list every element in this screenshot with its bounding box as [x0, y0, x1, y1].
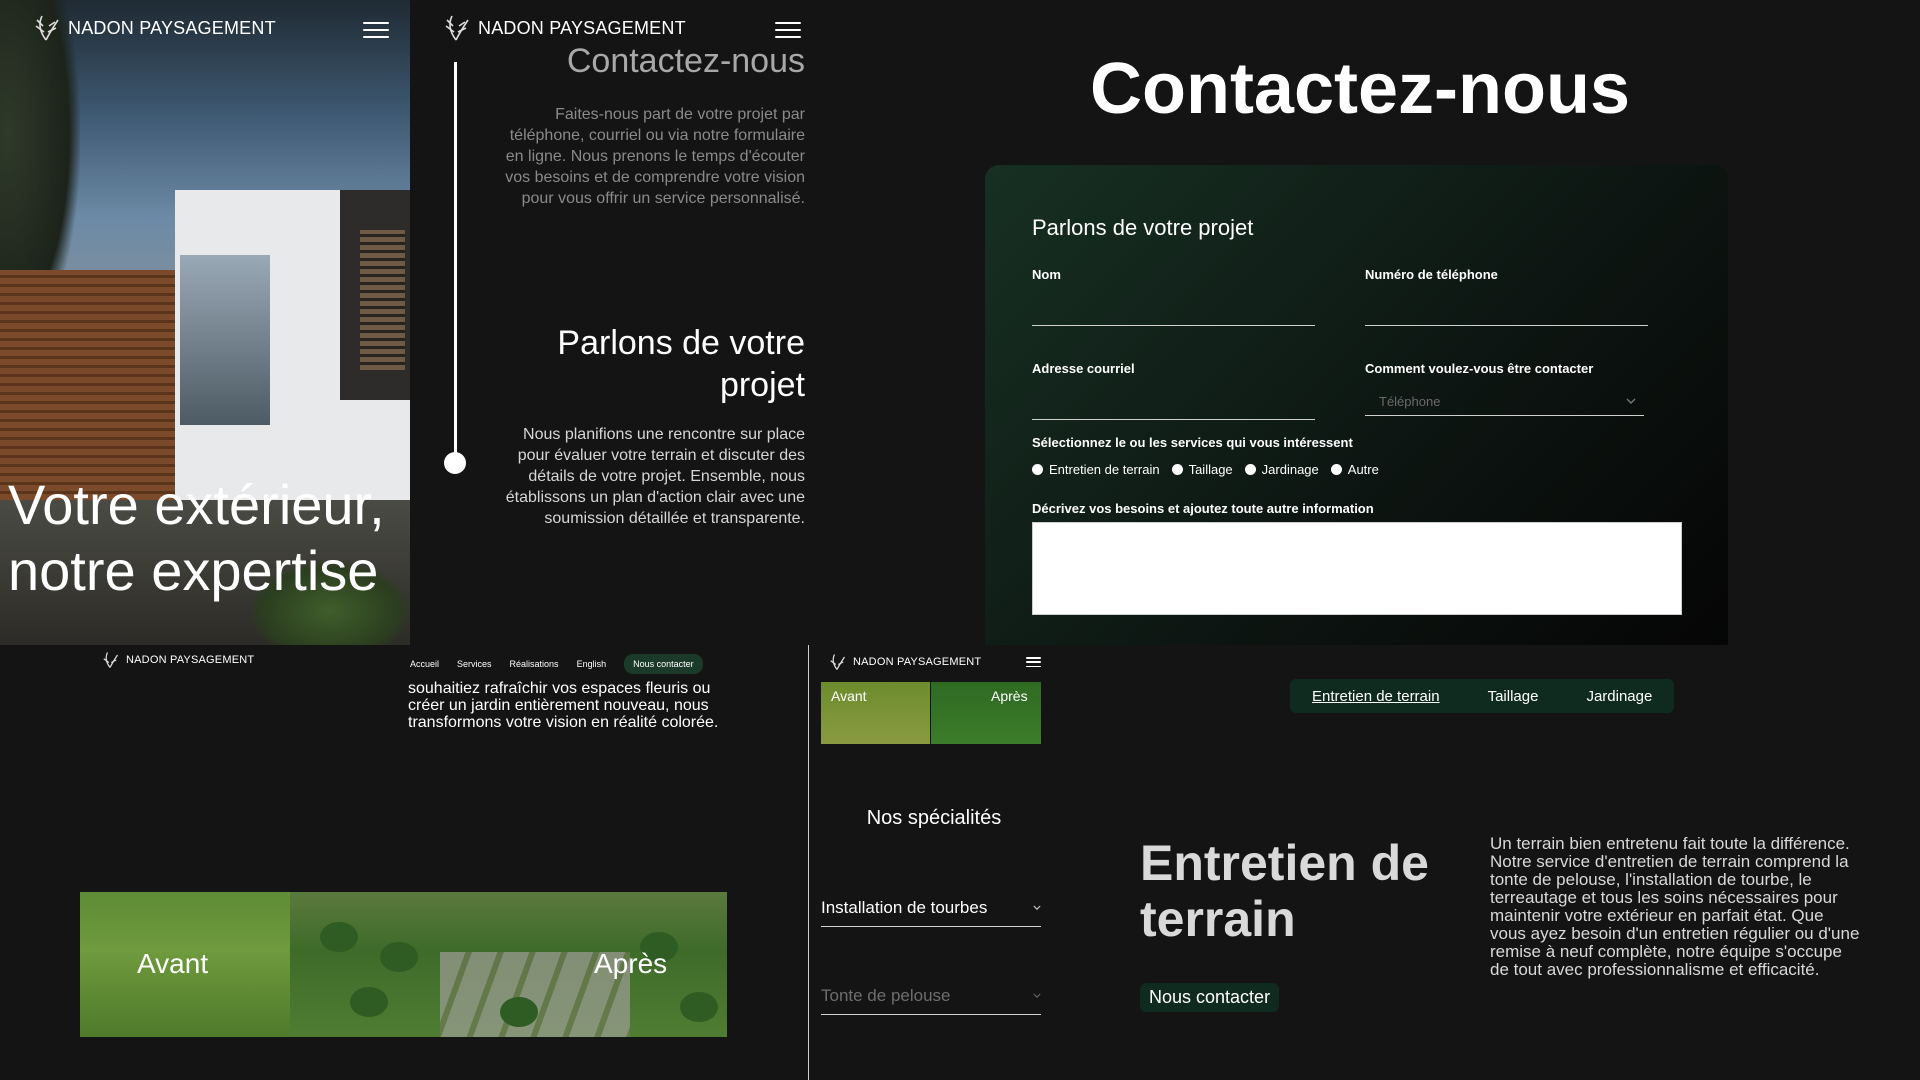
service-option-autre[interactable]: Autre [1330, 462, 1379, 477]
description-label: Décrivez vos besoins et ajoutez toute au… [1032, 501, 1374, 516]
hamburger-icon[interactable] [775, 22, 801, 38]
chevron-down-icon [1626, 398, 1636, 404]
before-after-thumbnail[interactable]: Avant Après [821, 682, 1041, 744]
building-window-blinds [360, 230, 405, 370]
accordion-tonte-pelouse[interactable]: Tonte de pelouse [821, 978, 1041, 1015]
logo[interactable]: NADON PAYSAGEMENT [30, 12, 276, 44]
bush [320, 922, 358, 952]
name-label: Nom [1032, 267, 1061, 282]
radio-icon [1244, 464, 1256, 475]
radio-icon [1171, 464, 1183, 475]
leaf-emblem-icon [830, 654, 846, 670]
nav-item-accueil[interactable]: Accueil [410, 659, 439, 669]
logo[interactable]: NADON PAYSAGEMENT [100, 650, 254, 670]
services-label: Sélectionnez le ou les services qui vous… [1032, 435, 1353, 450]
service-option-taillage[interactable]: Taillage [1171, 462, 1233, 477]
specialties-title: Nos spécialités [866, 807, 1002, 829]
step-contact-text: Faites-nous part de votre projet par tél… [505, 106, 805, 207]
brand-name: NADON PAYSAGEMENT [478, 17, 686, 38]
chevron-down-icon [1033, 905, 1041, 910]
radio-icon [1330, 464, 1342, 475]
hero-panel: NADON PAYSAGEMENT Votre extérieur, notre… [0, 0, 410, 645]
form-title: Parlons de votre projet [1032, 215, 1254, 240]
phone-label: Numéro de téléphone [1365, 267, 1498, 282]
nav-item-english[interactable]: English [577, 659, 607, 669]
accordion-installation-tourbes[interactable]: Installation de tourbes [821, 890, 1041, 927]
nav-contact-button[interactable]: Nous contacter [624, 654, 703, 674]
brand-name: NADON PAYSAGEMENT [68, 17, 276, 38]
logo[interactable]: NADON PAYSAGEMENT [440, 12, 686, 44]
service-description: Un terrain bien entretenu fait toute la … [1490, 834, 1860, 979]
contact-button[interactable]: Nous contacter [1140, 983, 1280, 1012]
nav-item-services[interactable]: Services [457, 659, 492, 669]
page-title: Contactez-nous [1090, 49, 1630, 129]
building-wood-facade [0, 270, 200, 500]
contact-method-label: Comment voulez-vous être contacter [1365, 361, 1594, 376]
services-radio-group: Entretien de terrain Taillage Jardinage … [1032, 462, 1379, 477]
contact-method-select[interactable]: Téléphone [1365, 388, 1644, 416]
tab-jardinage[interactable]: Jardinage [1586, 688, 1652, 705]
nav-item-realisations[interactable]: Réalisations [510, 659, 559, 669]
service-option-jardinage[interactable]: Jardinage [1244, 462, 1319, 477]
bush [680, 992, 718, 1022]
contact-method-value: Téléphone [1379, 394, 1441, 409]
description-textarea[interactable] [1032, 522, 1682, 615]
leaf-emblem-icon [445, 15, 469, 41]
brand-name: NADON PAYSAGEMENT [126, 654, 255, 666]
desktop-nav: Accueil Services Réalisations English No… [410, 654, 703, 674]
process-timeline-panel: NADON PAYSAGEMENT Contactez-nous Faites-… [410, 0, 820, 645]
timeline-dot [444, 452, 466, 474]
step-project-text: Nous planifions une rencontre sur place … [505, 426, 805, 527]
before-after-slider[interactable]: Avant Après [80, 892, 727, 1037]
hamburger-icon[interactable] [363, 22, 389, 38]
before-label: Avant [831, 688, 867, 704]
chevron-down-icon [1033, 993, 1041, 998]
tab-entretien-terrain[interactable]: Entretien de terrain [1312, 688, 1440, 705]
bush [350, 987, 388, 1017]
step-contact-heading: Contactez-nous [566, 42, 805, 80]
name-field[interactable] [1032, 295, 1315, 326]
leaf-emblem-icon [103, 652, 119, 668]
radio-icon [1032, 464, 1043, 475]
logo[interactable]: NADON PAYSAGEMENT [827, 652, 981, 672]
email-label: Adresse courriel [1032, 361, 1135, 376]
service-option-entretien[interactable]: Entretien de terrain [1032, 462, 1160, 477]
service-heading: Entretien de terrain [1140, 835, 1429, 947]
section-paragraph: souhaitiez rafraîchir vos espaces fleuri… [408, 680, 719, 731]
before-label: Avant [137, 948, 209, 979]
services-tabs-panel: Entretien de terrain Taillage Jardinage … [1058, 645, 1920, 1080]
after-label: Après [991, 688, 1028, 704]
hamburger-icon[interactable] [1026, 657, 1041, 667]
contact-form-card: Parlons de votre projet Nom Numéro de té… [985, 165, 1728, 645]
timeline-line [454, 62, 457, 462]
step-project-heading: Parlons de votre projet [557, 324, 805, 404]
bush [500, 997, 538, 1027]
service-tabs: Entretien de terrain Taillage Jardinage [1290, 679, 1675, 713]
building-glass-railing [180, 255, 270, 425]
contact-form-panel: Contactez-nous Parlons de votre projet N… [820, 0, 1920, 645]
tab-taillage[interactable]: Taillage [1488, 688, 1539, 705]
phone-field[interactable] [1365, 295, 1648, 326]
after-label: Après [594, 948, 668, 979]
brand-name: NADON PAYSAGEMENT [853, 656, 982, 668]
desktop-preview-panel: NADON PAYSAGEMENT Accueil Services Réali… [0, 645, 808, 1080]
mobile-preview-panel: NADON PAYSAGEMENT Avant Après Nos spécia… [808, 645, 1059, 1080]
bush [380, 942, 418, 972]
leaf-emblem-icon [35, 15, 59, 41]
hero-title: Votre extérieur, notre expertise [8, 473, 385, 602]
email-field[interactable] [1032, 389, 1315, 420]
